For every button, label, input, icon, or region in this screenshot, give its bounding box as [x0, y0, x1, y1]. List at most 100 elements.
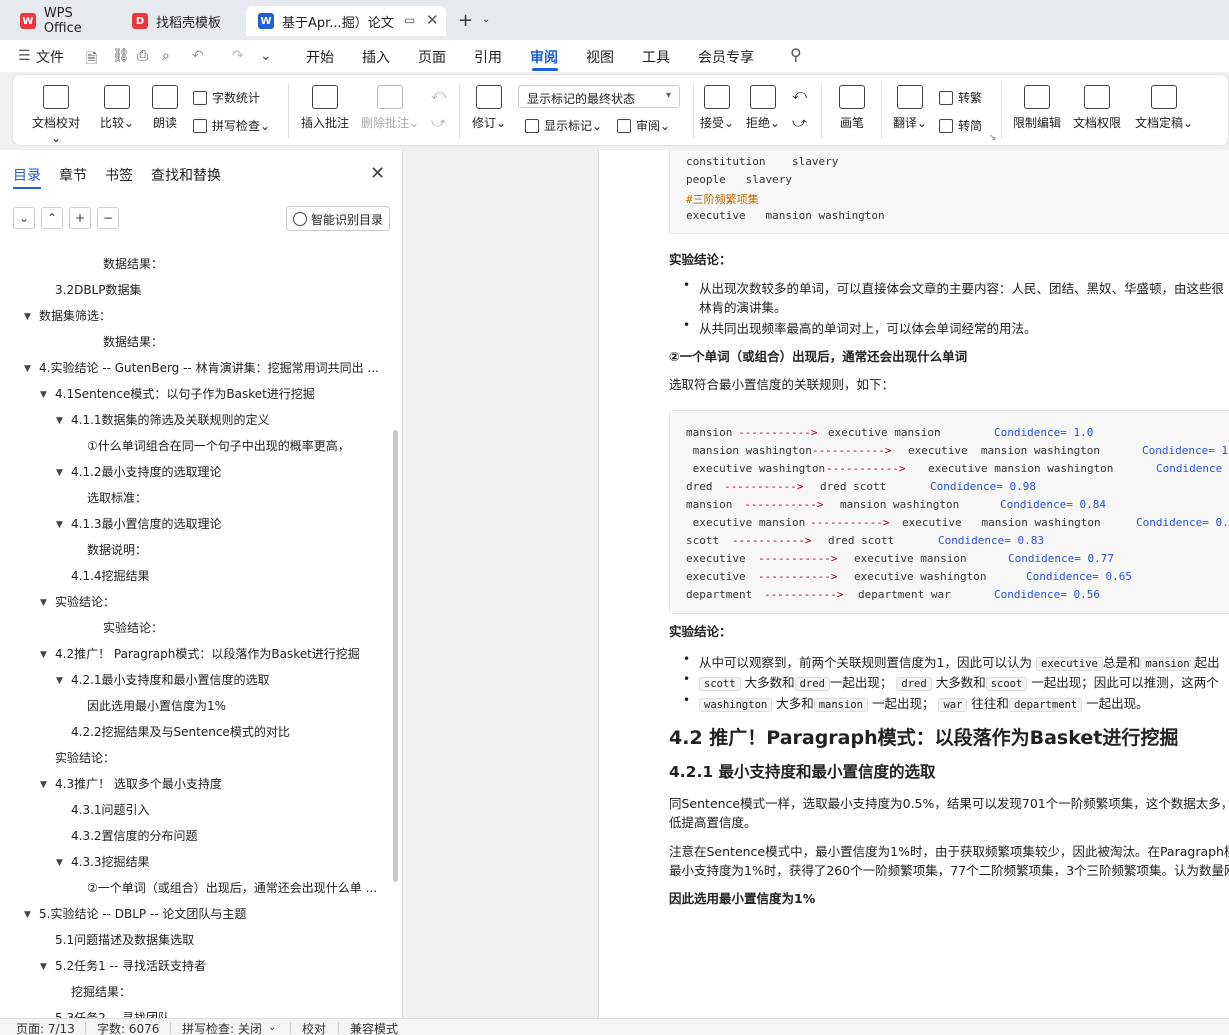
finalize-button[interactable]: 文档定稿⌄ [1133, 85, 1195, 131]
toc-item[interactable]: 4.1.2最小支持度的选取理论 [71, 463, 222, 483]
toc-item[interactable]: 4.3.3挖掘结果 [71, 853, 150, 873]
expanded-arrow-icon[interactable]: ▼ [24, 910, 31, 920]
document-page[interactable]: constitution slavery people slavery #三阶频… [598, 150, 1229, 1018]
close-panel-icon[interactable]: ✕ [370, 163, 385, 184]
toc-item[interactable]: 数据说明： [87, 541, 147, 561]
menu-page[interactable]: 页面 [418, 47, 446, 67]
expanded-arrow-icon[interactable]: ▼ [40, 390, 47, 400]
menu-home[interactable]: 开始 [306, 47, 334, 67]
toc-item[interactable]: 4.3推广！ 选取多个最小支持度 [55, 775, 222, 795]
new-tab-icon[interactable]: + [458, 10, 473, 31]
spell-check-button[interactable]: 拼写检查 ⌄ [193, 117, 270, 134]
toc-item[interactable]: 4.3.2置信度的分布问题 [71, 827, 198, 847]
menu-view[interactable]: 视图 [586, 47, 614, 67]
hamburger-icon[interactable]: ☰ [18, 48, 31, 64]
tab-bookmark[interactable]: 书签 [105, 165, 133, 185]
toc-item[interactable]: 5.3任务2 -- 寻找团队 [55, 1009, 170, 1018]
menu-membership[interactable]: 会员专享 [698, 47, 754, 67]
toc-item[interactable]: 5.1问题描述及数据集选取 [55, 931, 194, 951]
expanded-arrow-icon[interactable]: ▼ [40, 962, 47, 972]
word-count-status[interactable]: 字数: 6076 [97, 1020, 159, 1035]
toc-item[interactable]: 数据结果： [103, 255, 163, 275]
track-changes-button[interactable]: 修订⌄ [469, 85, 509, 131]
toc-item[interactable]: ①什么单词组合在同一个句子中出现的概率更高， [87, 437, 350, 457]
toc-item[interactable]: 实验结论： [55, 593, 115, 613]
restrict-edit-button[interactable]: 限制编辑 [1011, 85, 1063, 131]
next-comment-icon[interactable]: ⤻ [431, 115, 446, 131]
tab-find-replace[interactable]: 查找和替换 [151, 165, 221, 185]
save-icon[interactable]: 🗎 [86, 48, 97, 72]
undo-icon[interactable]: ↶ [192, 48, 204, 64]
previous-change-icon[interactable]: ⤺ [792, 87, 807, 103]
translate-button[interactable]: 翻译⌄ [891, 85, 929, 131]
redo-icon[interactable]: ↷ [232, 48, 244, 64]
toc-item[interactable]: 4.3.1问题引入 [71, 801, 150, 821]
ink-button[interactable]: 画笔 [835, 85, 869, 131]
proofread-button[interactable]: 文档校对⌄ [27, 85, 85, 145]
chevron-down-icon[interactable]: ⌄ [482, 14, 490, 25]
expanded-arrow-icon[interactable]: ▼ [56, 676, 63, 686]
toc-item[interactable]: 4.1.3最小置信度的选取理论 [71, 515, 222, 535]
expanded-arrow-icon[interactable]: ▼ [24, 364, 31, 374]
toc-item[interactable]: 实验结论： [103, 619, 163, 639]
toc-item[interactable]: 3.2DBLP数据集 [55, 281, 141, 301]
toc-item[interactable]: 4.1.1数据集的筛选及关联规则的定义 [71, 411, 270, 431]
expanded-arrow-icon[interactable]: ▼ [24, 312, 31, 322]
menu-reference[interactable]: 引用 [474, 47, 502, 67]
expanded-arrow-icon[interactable]: ▼ [56, 858, 63, 868]
tab-toc[interactable]: 目录 [13, 165, 41, 185]
accept-button[interactable]: 接受⌄ [699, 85, 735, 131]
previous-comment-icon[interactable]: ⤺ [431, 87, 446, 103]
toc-item[interactable]: 数据集筛选： [39, 307, 111, 327]
insert-comment-button[interactable]: 插入批注 [299, 85, 351, 131]
review-pane-button[interactable]: 审阅 ⌄ [617, 117, 670, 134]
expanded-arrow-icon[interactable]: ▼ [56, 520, 63, 530]
doc-permission-button[interactable]: 文档权限 [1071, 85, 1123, 131]
expand-dialog-icon[interactable]: ↘ [989, 133, 997, 143]
add-heading-icon[interactable]: + [69, 207, 91, 229]
page-indicator[interactable]: 页面: 7/13 [16, 1020, 75, 1035]
toc-scrollbar[interactable] [393, 430, 398, 882]
delete-comment-button[interactable]: 删除批注⌄ [359, 85, 421, 131]
smart-toc-button[interactable]: 智能识别目录 [286, 206, 390, 231]
spell-check-status[interactable]: 拼写检查: 关闭 [182, 1020, 262, 1035]
more-chevron-icon[interactable]: ⌄ [260, 48, 272, 64]
tab-template[interactable]: D 找稻壳模板 [120, 6, 240, 36]
expanded-arrow-icon[interactable]: ▼ [56, 468, 63, 478]
expanded-arrow-icon[interactable]: ▼ [56, 416, 63, 426]
to-simplified-button[interactable]: 转简 [939, 117, 982, 134]
toc-item[interactable]: 5.2任务1 -- 寻找活跃支持者 [55, 957, 206, 977]
link-icon[interactable]: ⛓ [112, 48, 130, 64]
toc-item[interactable]: 5.实验结论 -- DBLP -- 论文团队与主题 [39, 905, 246, 925]
menu-review[interactable]: 审阅 [530, 47, 558, 67]
toc-item[interactable]: ②一个单词（或组合）出现后，通常还会出现什么单 ... [87, 879, 379, 899]
search-icon[interactable]: ⚲ [790, 45, 802, 64]
markup-state-select[interactable]: 显示标记的最终状态 ▾ [518, 85, 680, 108]
toc-item[interactable]: 4.2.1最小支持度和最小置信度的选取 [71, 671, 270, 691]
expanded-arrow-icon[interactable]: ▼ [40, 650, 47, 660]
tab-chapter[interactable]: 章节 [59, 165, 87, 185]
expanded-arrow-icon[interactable]: ▼ [40, 780, 47, 790]
show-markup-button[interactable]: 显示标记 ⌄ [525, 117, 602, 134]
print-icon[interactable]: ⎙ [137, 48, 148, 64]
window-mode-icon[interactable]: ▭ [404, 13, 415, 27]
toc-item[interactable]: 因此选用最小置信度为1% [87, 697, 226, 717]
word-count-button[interactable]: 字数统计 [193, 89, 260, 106]
expanded-arrow-icon[interactable]: ▼ [40, 598, 47, 608]
toc-item[interactable]: 4.1Sentence模式：以句子作为Basket进行挖掘 [55, 385, 315, 405]
toc-item[interactable]: 实验结论： [55, 749, 115, 769]
print-preview-icon[interactable]: ⌕ [162, 48, 170, 64]
reject-button[interactable]: 拒绝⌄ [745, 85, 781, 131]
tab-document[interactable]: W 基于Apr...掘）论文 ▭ ✕ [246, 6, 446, 36]
menu-tools[interactable]: 工具 [642, 47, 670, 67]
toc-item[interactable]: 选取标准： [87, 489, 147, 509]
toc-item[interactable]: 4.2.2挖掘结果及与Sentence模式的对比 [71, 723, 290, 743]
toc-item[interactable]: 数据结果： [103, 333, 163, 353]
toc-item[interactable]: 挖掘结果： [71, 983, 131, 1003]
toc-item[interactable]: 4.1.4挖掘结果 [71, 567, 150, 587]
expand-chevron-icon[interactable]: ⌃ [41, 207, 63, 229]
collapse-chevron-icon[interactable]: ⌄ [13, 207, 35, 229]
toc-item[interactable]: 4.实验结论 -- GutenBerg -- 林肯演讲集：挖掘常用词共同出 ..… [39, 359, 379, 379]
to-traditional-button[interactable]: 转繁 [939, 89, 982, 106]
toc-item[interactable]: 4.2推广！ Paragraph模式：以段落作为Basket进行挖掘 [55, 645, 360, 665]
